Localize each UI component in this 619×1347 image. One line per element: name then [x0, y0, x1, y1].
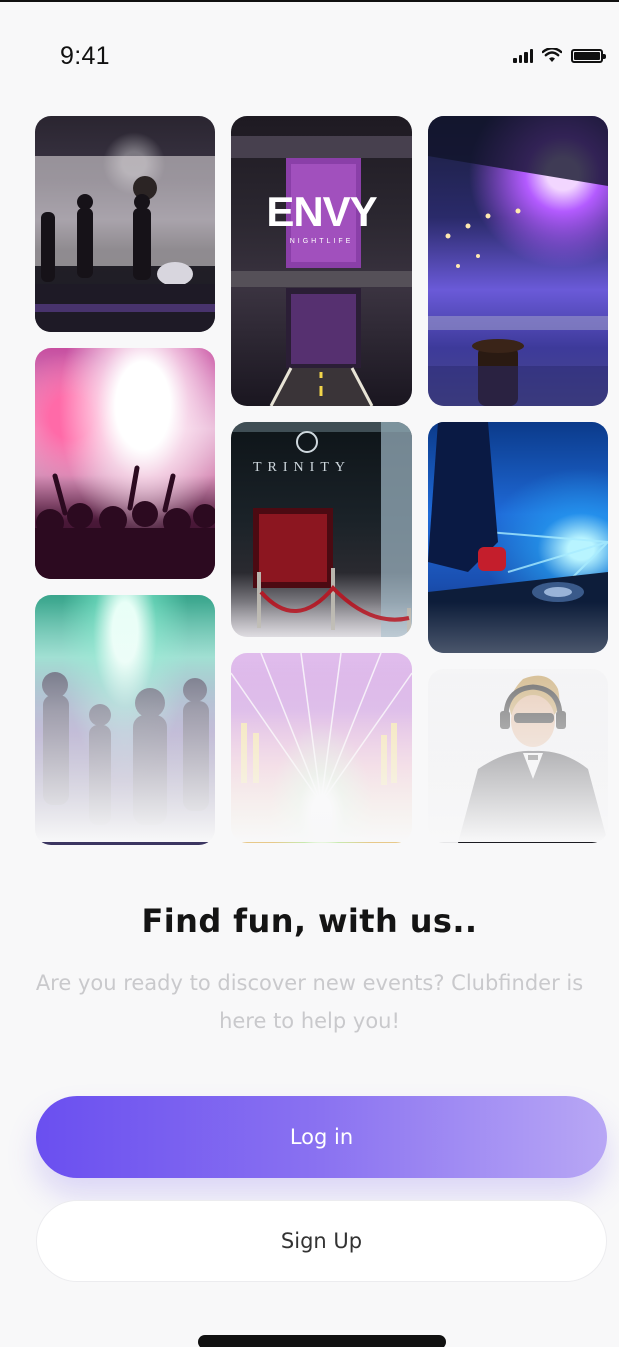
photo-live-band	[35, 116, 215, 332]
subtitle: Are you ready to discover new events? Cl…	[35, 971, 584, 1033]
login-button[interactable]: Log in	[36, 1096, 607, 1178]
photo-confetti-crowd	[35, 348, 215, 579]
battery-icon	[571, 48, 606, 63]
signal-icon	[513, 48, 533, 63]
photo-trinity-entrance: TRINITY	[231, 422, 412, 637]
photo-dj-decks	[428, 422, 608, 653]
status-icons	[513, 48, 606, 63]
photo-club-interior	[428, 116, 608, 406]
photo-dj-headphones	[428, 669, 608, 843]
onboarding-screen: ENVY NIGHTLIFE TRINITY 9:41 Find fun, wi…	[0, 0, 619, 1347]
envy-sign-sub: NIGHTLIFE	[289, 238, 354, 245]
status-bar: 9:41	[0, 2, 619, 92]
photo-laser-show	[231, 653, 412, 843]
headline: Find fun, with us..	[141, 902, 478, 940]
envy-sign: ENVY	[266, 188, 377, 235]
photo-envy-nightclub: ENVY NIGHTLIFE	[231, 116, 412, 406]
status-time: 9:41	[60, 42, 110, 70]
photo-dance-crowd	[35, 595, 215, 845]
trinity-sign: TRINITY	[253, 460, 351, 475]
wifi-icon	[542, 48, 562, 62]
photo-gallery: ENVY NIGHTLIFE TRINITY	[0, 2, 619, 845]
home-indicator[interactable]	[198, 1335, 446, 1347]
signup-button[interactable]: Sign Up	[36, 1200, 607, 1282]
